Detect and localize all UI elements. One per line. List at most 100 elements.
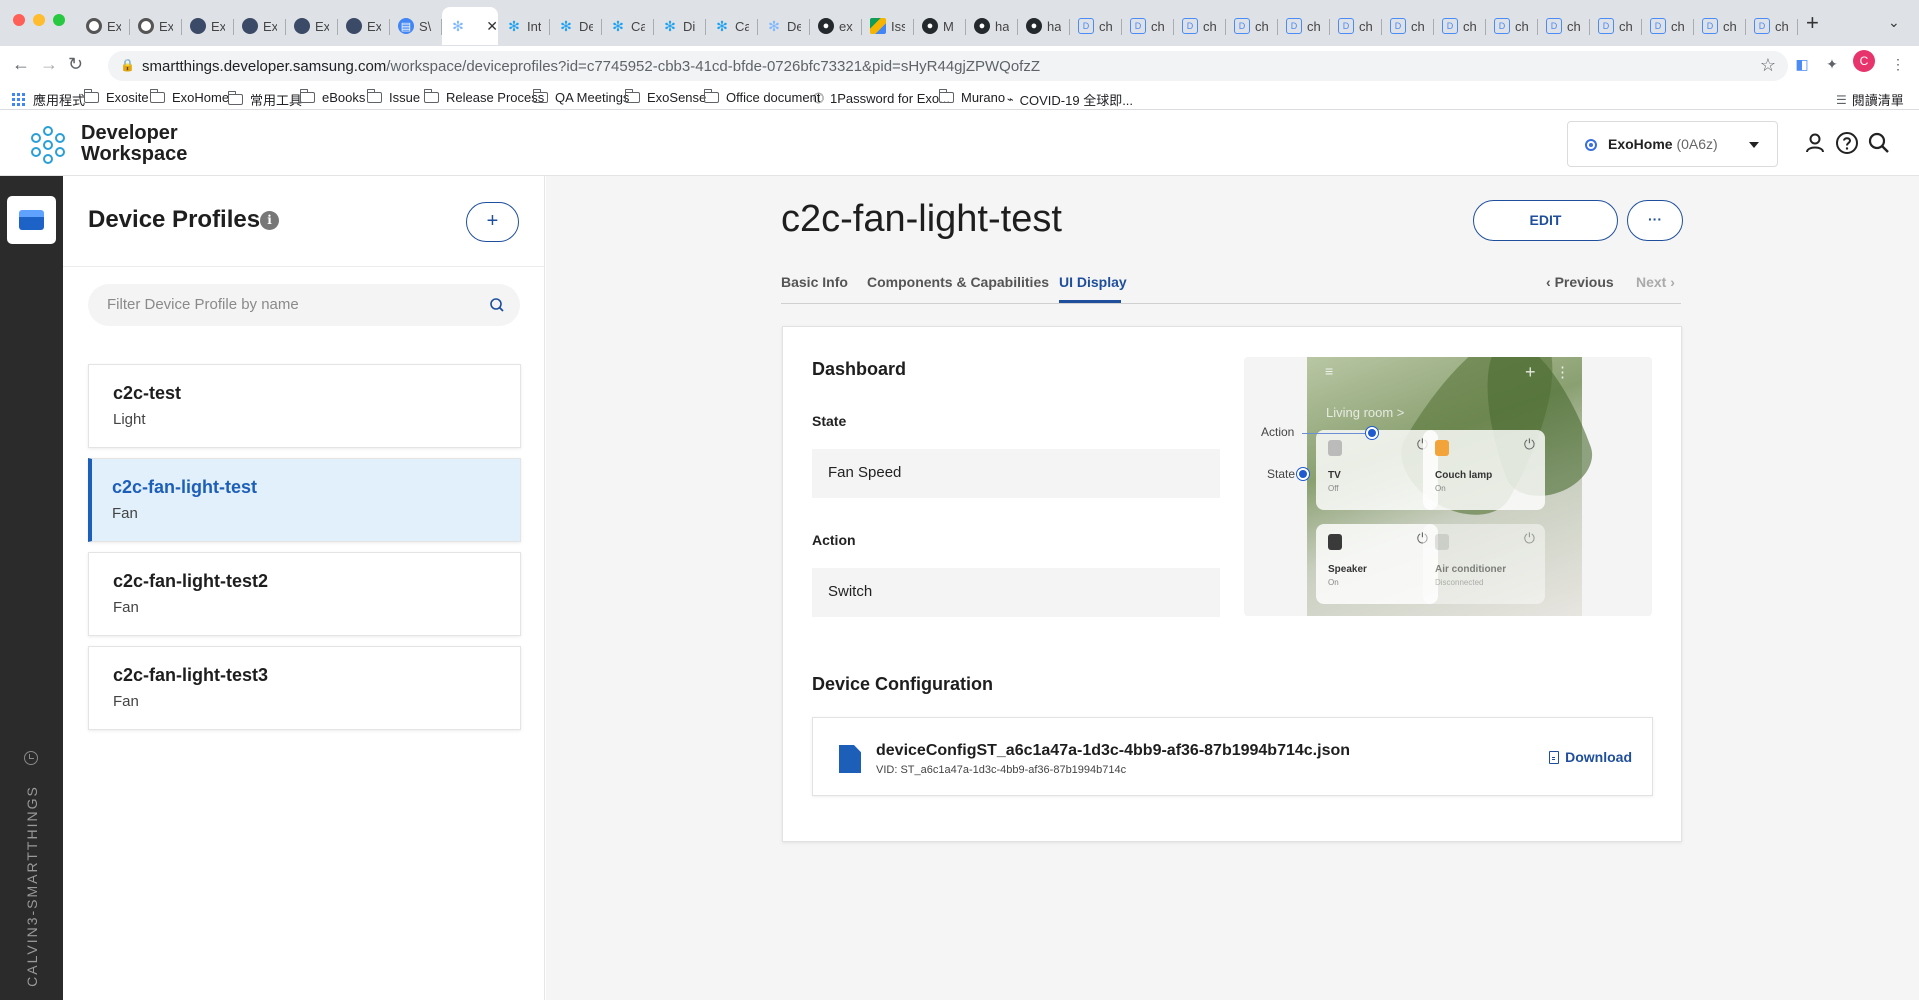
bookmark-item[interactable]: Office document bbox=[703, 89, 820, 105]
browser-tab[interactable]: ● M bbox=[914, 7, 966, 45]
browser-tab[interactable]: Dch bbox=[1174, 7, 1226, 45]
address-bar[interactable]: 🔒 smartthings.developer.samsung.com/work… bbox=[108, 51, 1788, 81]
bookmark-item[interactable]: eBooks bbox=[299, 89, 365, 105]
github-icon: ● bbox=[922, 18, 938, 34]
browser-tab[interactable]: ✻ ✕ bbox=[442, 7, 498, 45]
bookmark-item[interactable]: Issue bbox=[366, 89, 420, 105]
bookmark-item[interactable]: QA Meetings bbox=[532, 89, 629, 105]
browser-tab[interactable]: Dch bbox=[1070, 7, 1122, 45]
browser-tab[interactable]: ✻ Int bbox=[498, 7, 550, 45]
bookmark-item[interactable]: ExoHome bbox=[149, 89, 229, 105]
browser-tab[interactable]: Ex bbox=[234, 7, 286, 45]
reading-list-label: 閱讀清單 bbox=[1851, 93, 1904, 108]
browser-tab[interactable]: ● ha bbox=[1018, 7, 1070, 45]
state-value: Fan Speed bbox=[828, 464, 902, 481]
browser-tab[interactable]: Dch bbox=[1226, 7, 1278, 45]
browser-tab-bar: Ex Ex Ex Ex Ex Ex ▤ S\ ✻ ✕ ✻ Int ✻ De ✻ Ca ✻ Di ✻ Ca ✻ De ● ex I… bbox=[0, 0, 1919, 46]
browser-tab[interactable]: Iss bbox=[862, 7, 914, 45]
profile-card[interactable]: c2c-test Light bbox=[88, 364, 521, 448]
bookmark-item[interactable]: Exosite bbox=[83, 89, 149, 105]
callout-action-line bbox=[1302, 433, 1368, 434]
browser-tab[interactable]: Dch bbox=[1382, 7, 1434, 45]
browser-tab[interactable]: ● ex bbox=[810, 7, 862, 45]
browser-tab[interactable]: Ex bbox=[130, 7, 182, 45]
bookmark-item[interactable]: ⓵ 1Password for Exo... bbox=[813, 90, 950, 106]
bookmark-item[interactable]: Release Process bbox=[423, 89, 544, 105]
browser-tab[interactable]: Dch bbox=[1694, 7, 1746, 45]
forward-icon[interactable]: → bbox=[40, 54, 58, 75]
logo-text[interactable]: Developer Workspace bbox=[81, 123, 187, 165]
more-options-button[interactable]: ··· bbox=[1627, 200, 1683, 241]
smartthings-logo-icon[interactable] bbox=[28, 123, 68, 165]
bookmark-item[interactable]: ExoSense bbox=[624, 89, 706, 105]
browser-tab[interactable]: Dch bbox=[1330, 7, 1382, 45]
browser-tab[interactable]: Dch bbox=[1486, 7, 1538, 45]
reload-icon[interactable]: ↻ bbox=[68, 54, 83, 75]
browser-tab[interactable]: Dch bbox=[1746, 7, 1798, 45]
add-profile-button[interactable]: + bbox=[466, 202, 519, 242]
browser-tab[interactable]: ▤ S\ bbox=[390, 7, 442, 45]
profile-card[interactable]: c2c-fan-light-test3 Fan bbox=[88, 646, 521, 730]
browser-tab[interactable]: Dch bbox=[1642, 7, 1694, 45]
back-icon[interactable]: ← bbox=[12, 54, 30, 75]
browser-tab-label: M bbox=[943, 18, 954, 34]
browser-tab[interactable]: Ex bbox=[338, 7, 390, 45]
docs-icon: ▤ bbox=[398, 18, 414, 34]
profile-card[interactable]: c2c-fan-light-test2 Fan bbox=[88, 552, 521, 636]
device-icon bbox=[1435, 534, 1449, 550]
browser-tab[interactable]: Dch bbox=[1278, 7, 1330, 45]
user-icon[interactable] bbox=[1803, 131, 1827, 155]
previous-button[interactable]: ‹ Previous bbox=[1546, 274, 1614, 290]
bookmark-item[interactable]: Murano bbox=[938, 89, 1005, 105]
browser-tab[interactable]: ✻ De bbox=[550, 7, 602, 45]
browser-tab[interactable]: ✻ Di bbox=[654, 7, 706, 45]
help-icon[interactable] bbox=[1835, 131, 1859, 155]
bookmark-item[interactable]: ⌁ COVID-19 全球即... bbox=[1007, 90, 1133, 109]
close-tab-icon[interactable]: ✕ bbox=[486, 18, 498, 35]
tab-search-icon[interactable]: ⌄ bbox=[1888, 14, 1900, 31]
device-profiles-nav-button[interactable] bbox=[7, 196, 56, 244]
search-icon[interactable] bbox=[488, 296, 506, 314]
download-button[interactable]: Download bbox=[1549, 749, 1632, 765]
puzzle-extensions-icon[interactable]: ✦ bbox=[1822, 56, 1842, 76]
tab-ui-display[interactable]: UI Display bbox=[1059, 274, 1127, 290]
close-window-button[interactable] bbox=[13, 14, 25, 26]
browser-tab[interactable]: Ex bbox=[286, 7, 338, 45]
browser-tab[interactable]: ✻ Ca bbox=[602, 7, 654, 45]
device-config-item: deviceConfigST_a6c1a47a-1d3c-4bb9-af36-8… bbox=[812, 717, 1653, 796]
browser-tab[interactable]: Dch bbox=[1122, 7, 1174, 45]
browser-tab[interactable]: Dch bbox=[1590, 7, 1642, 45]
browser-tab[interactable]: Ex bbox=[78, 7, 130, 45]
browser-tab[interactable]: Dch bbox=[1434, 7, 1486, 45]
browser-profile-avatar[interactable]: C bbox=[1853, 50, 1875, 72]
profile-card[interactable]: c2c-fan-light-test Fan bbox=[88, 458, 521, 542]
bookmark-item[interactable]: 應用程式 bbox=[12, 90, 85, 109]
browser-tab[interactable]: ✻ Ca bbox=[706, 7, 758, 45]
filter-input[interactable]: Filter Device Profile by name bbox=[88, 284, 520, 326]
next-button[interactable]: Next › bbox=[1636, 274, 1675, 290]
info-icon[interactable]: i bbox=[260, 211, 279, 230]
tab-basic-info[interactable]: Basic Info bbox=[781, 274, 848, 290]
extension-icon[interactable]: ◧ bbox=[1792, 56, 1812, 76]
edit-button[interactable]: EDIT bbox=[1473, 200, 1618, 241]
folder-icon bbox=[703, 89, 719, 103]
browser-tab-label: ch bbox=[1411, 18, 1425, 34]
browser-tab-label: ch bbox=[1775, 18, 1789, 34]
workspace-selector[interactable]: ExoHome (0A6z) bbox=[1567, 121, 1778, 167]
browser-tab[interactable]: Ex bbox=[182, 7, 234, 45]
minimize-window-button[interactable] bbox=[33, 14, 45, 26]
browser-tab[interactable]: Dch bbox=[1538, 7, 1590, 45]
tab-components-capabilities[interactable]: Components & Capabilities bbox=[867, 274, 1049, 290]
browser-menu-icon[interactable]: ⋮ bbox=[1888, 56, 1908, 76]
new-tab-button[interactable]: + bbox=[1806, 10, 1819, 36]
reading-list-button[interactable]: ☰ 閱讀清單 bbox=[1836, 90, 1904, 109]
bookmark-item[interactable]: 常用工具 bbox=[227, 90, 302, 109]
folder-icon bbox=[624, 89, 640, 103]
browser-tab[interactable]: ● ha bbox=[966, 7, 1018, 45]
search-icon[interactable] bbox=[1867, 131, 1891, 155]
bookmark-star-icon[interactable]: ☆ bbox=[1760, 55, 1776, 76]
history-icon[interactable] bbox=[24, 751, 38, 765]
browser-tab[interactable]: ✻ De bbox=[758, 7, 810, 45]
profile-name: c2c-fan-light-test2 bbox=[113, 571, 269, 591]
zoom-window-button[interactable] bbox=[53, 14, 65, 26]
